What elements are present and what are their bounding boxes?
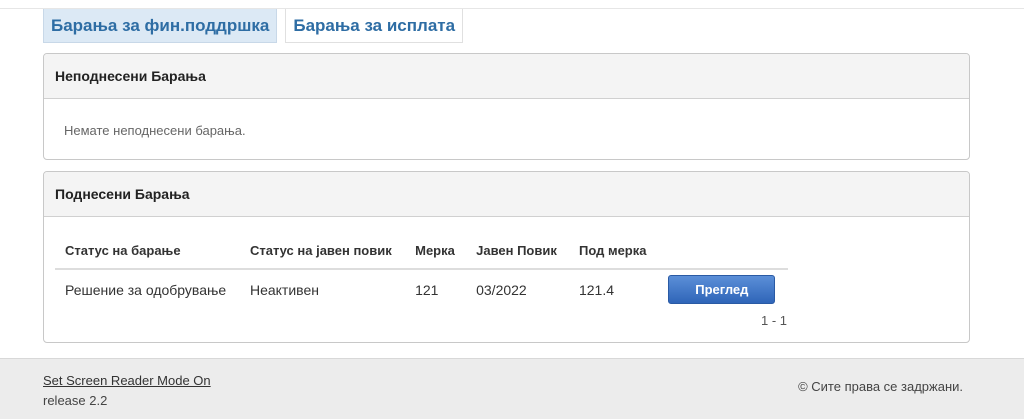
submitted-requests-title: Поднесени Барања [44, 172, 969, 217]
screen-reader-mode-link[interactable]: Set Screen Reader Mode On [43, 373, 211, 388]
column-header-public-call: Јавен Повик [466, 232, 569, 270]
column-header-call-status: Статус на јавен повик [239, 232, 406, 270]
empty-message: Немате неподнесени барања. [64, 123, 246, 138]
tab-payment-requests[interactable]: Барања за исплата [285, 9, 464, 43]
copyright-notice: © Сите права се задржани. [798, 379, 963, 394]
footer: Set Screen Reader Mode On release 2.2 © … [0, 358, 1024, 419]
unsubmitted-requests-title: Неподнесени Барања [44, 54, 969, 99]
cell-action: Преглед [658, 269, 788, 309]
cell-measure: 121 [415, 281, 439, 298]
table-row: Решение за одобрување Неактивен 121 03/2… [55, 269, 788, 309]
column-header-measure: Мерка [405, 232, 467, 270]
pagination-info: 1 - 1 [761, 313, 788, 328]
view-button[interactable]: Преглед [668, 275, 776, 304]
cell-call-status: Неактивен [249, 281, 319, 298]
unsubmitted-requests-panel: Неподнесени Барања Немате неподнесени ба… [43, 53, 970, 160]
cell-sub-measure: 121.4 [578, 281, 615, 298]
cell-request-status: Решение за одобрување [65, 281, 227, 298]
submitted-requests-table: Статус на барање Статус на јавен повик М… [55, 232, 788, 309]
column-header-request-status: Статус на барање [55, 232, 240, 270]
column-header-action [658, 232, 788, 270]
cell-public-call: 03/2022 [476, 281, 527, 298]
release-version: release 2.2 [43, 393, 108, 408]
submitted-requests-panel: Поднесени Барања Статус на барање Статус… [43, 171, 970, 343]
table-header-row: Статус на барање Статус на јавен повик М… [55, 232, 788, 270]
tab-financial-support-requests[interactable]: Барања за фин.поддршка [43, 9, 278, 43]
tab-bar: Барања за фин.поддршка Барања за исплата [43, 9, 471, 43]
column-header-sub-measure: Под мерка [568, 232, 659, 270]
